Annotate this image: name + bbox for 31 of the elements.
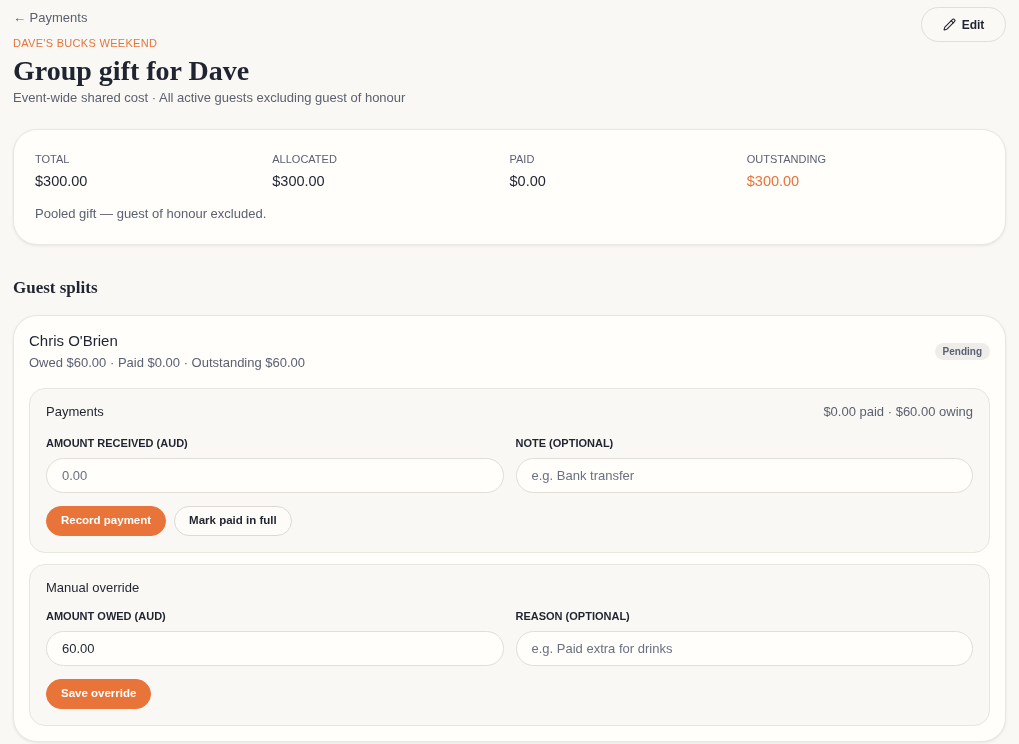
- field-label: AMOUNT RECEIVED (AUD): [46, 436, 188, 451]
- status-badge: Pending: [934, 343, 990, 360]
- back-link[interactable]: ← Payments: [13, 9, 88, 27]
- stat-label: ALLOCATED: [272, 152, 337, 167]
- guest-name: Chris O'Brien: [29, 331, 118, 351]
- payment-info: $0.00 paid · $60.00 owing: [823, 403, 973, 421]
- stat-value: $0.00: [509, 172, 546, 191]
- input-field[interactable]: 0.00: [46, 458, 504, 493]
- panel-title: Payments: [46, 403, 104, 421]
- stat-value: $300.00: [746, 172, 800, 191]
- summary-note: Pooled gift — guest of honour excluded.: [35, 205, 268, 223]
- event-name: DAVE'S BUCKS WEEKEND: [13, 36, 158, 51]
- pencil-icon: [942, 18, 956, 31]
- field-label: REASON (OPTIONAL): [515, 609, 630, 624]
- stat-label: TOTAL: [35, 152, 70, 167]
- section-heading: Guest splits: [13, 277, 99, 299]
- input-field[interactable]: 60.00: [46, 631, 504, 666]
- field-label: AMOUNT OWED (AUD): [46, 609, 166, 624]
- edit-button[interactable]: Edit: [921, 7, 1006, 42]
- stat-label: PAID: [509, 152, 535, 167]
- input-field[interactable]: e.g. Bank transfer: [515, 458, 973, 493]
- stat-label: OUTSTANDING: [746, 152, 826, 167]
- panel-title: Manual override: [46, 579, 140, 597]
- guest-summary: Owed $60.00 · Paid $0.00 · Outstanding $60.00: [29, 354, 306, 372]
- secondary-button[interactable]: Mark paid in full: [174, 506, 292, 536]
- input-field[interactable]: e.g. Paid extra for drinks: [515, 631, 973, 666]
- stat-value: $300.00: [272, 172, 325, 191]
- stat-value: $300.00: [35, 172, 88, 191]
- field-label: NOTE (OPTIONAL): [515, 436, 614, 451]
- page-title: Group gift for Dave: [13, 54, 250, 88]
- page-subtitle: Event-wide shared cost · All active guests excluding guest of honour: [13, 89, 406, 107]
